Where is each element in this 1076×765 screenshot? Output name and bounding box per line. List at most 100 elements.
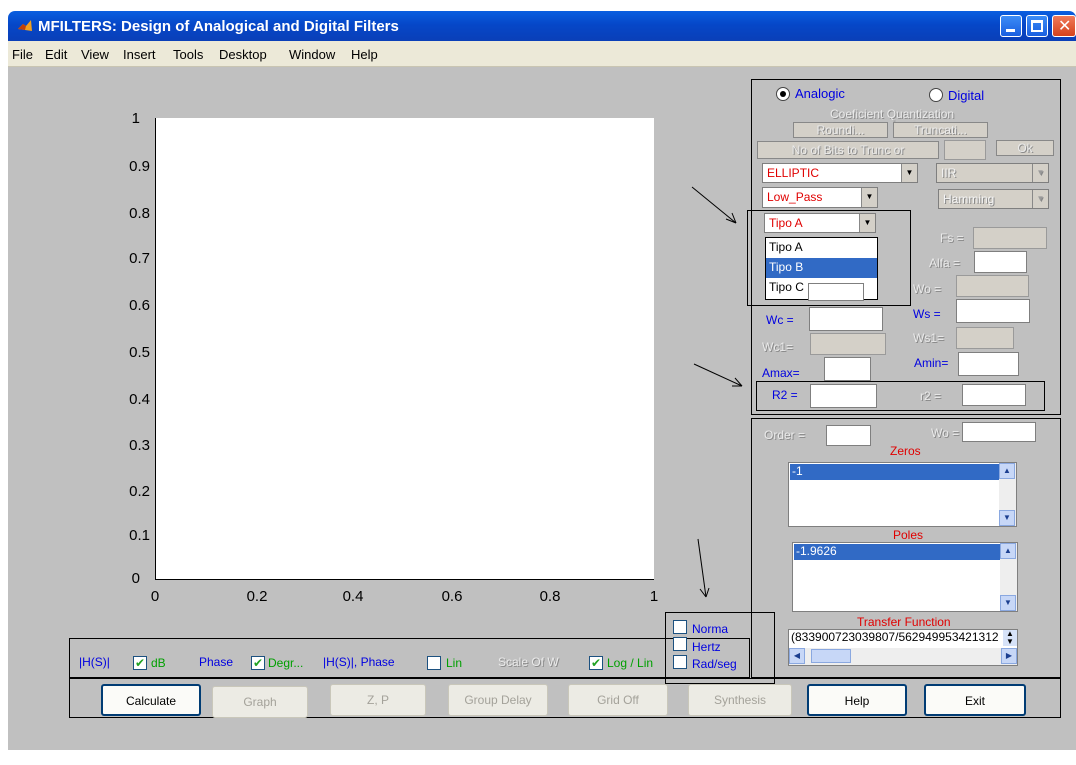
close-icon: ✕: [1058, 18, 1072, 35]
spin-icon[interactable]: ▲ ▼: [1003, 630, 1017, 646]
tf-hscrollbar[interactable]: ◀ ▶: [789, 648, 1017, 665]
scroll-right-icon[interactable]: ▶: [1001, 648, 1017, 664]
approximation-select[interactable]: ELLIPTIC ▼: [762, 163, 918, 183]
minimize-button[interactable]: [1000, 15, 1022, 37]
amax-input[interactable]: [824, 357, 871, 381]
fs-input[interactable]: [973, 227, 1047, 249]
lin-label: Lin: [446, 656, 463, 670]
round-button[interactable]: Roundi...: [793, 122, 888, 138]
fs-label: Fs =: [940, 231, 964, 245]
r2-upper-input[interactable]: [810, 384, 877, 408]
y-tick-label: 0.7: [129, 250, 150, 267]
radseg-checkbox[interactable]: [673, 655, 687, 669]
norma-checkbox[interactable]: [673, 620, 687, 634]
ws1-input[interactable]: [956, 327, 1014, 349]
loglin-label: Log / Lin: [607, 656, 654, 670]
analogic-label: Analogic: [795, 86, 845, 101]
truncate-button[interactable]: Truncati...: [893, 122, 988, 138]
poles-list-item[interactable]: -1.9626: [794, 544, 1000, 560]
scroll-up-icon[interactable]: ▲: [999, 463, 1015, 479]
alfa-input[interactable]: [974, 251, 1027, 273]
menu-edit[interactable]: Edit: [45, 47, 67, 62]
window-select[interactable]: Hamming ▼: [938, 189, 1049, 209]
checkmark-icon: ✔: [252, 656, 264, 670]
zeros-listbox[interactable]: -1 ▲ ▼: [788, 462, 1017, 527]
digital-kind-value: IIR: [941, 166, 957, 180]
r2-lower-input[interactable]: [962, 384, 1026, 406]
quantization-title: Coeficient Quantization: [830, 107, 955, 121]
menu-window[interactable]: Window: [289, 47, 335, 62]
wc-input[interactable]: [809, 307, 883, 331]
close-button[interactable]: ✕: [1052, 15, 1076, 37]
approximation-value: ELLIPTIC: [767, 166, 820, 180]
digital-radio[interactable]: [929, 88, 943, 102]
scroll-down-icon[interactable]: ▼: [1000, 595, 1016, 611]
band-select[interactable]: Low_Pass ▼: [762, 187, 878, 208]
wc1-input[interactable]: [810, 333, 886, 355]
bits-input[interactable]: [944, 140, 986, 160]
zeros-scrollbar[interactable]: ▲ ▼: [999, 463, 1016, 526]
digital-kind-select[interactable]: IIR ▼: [936, 163, 1049, 183]
chevron-down-icon: ▼: [861, 188, 877, 207]
transfer-function-title: Transfer Function: [857, 615, 951, 629]
x-tick-label: 0.6: [441, 588, 463, 605]
zeros-list-item[interactable]: -1: [790, 464, 999, 480]
ws-label: Ws =: [913, 307, 941, 321]
scroll-up-icon[interactable]: ▲: [1000, 543, 1016, 559]
minimize-icon: [1006, 29, 1015, 32]
grid-off-button[interactable]: Grid Off: [568, 684, 668, 716]
loglin-checkbox[interactable]: ✔: [589, 656, 603, 670]
dropdown-option-tipo-a[interactable]: Tipo A: [766, 238, 877, 258]
amax-label: Amax=: [762, 366, 800, 380]
menu-desktop[interactable]: Desktop: [219, 47, 267, 62]
wc1-label: Wc1=: [762, 340, 794, 354]
scroll-down-icon[interactable]: ▼: [999, 510, 1015, 526]
scroll-left-icon[interactable]: ◀: [789, 648, 805, 664]
digital-label: Digital: [948, 88, 985, 103]
band-value: Low_Pass: [767, 190, 823, 204]
poles-listbox[interactable]: -1.9626 ▲ ▼: [792, 542, 1018, 612]
poles-scrollbar[interactable]: ▲ ▼: [1000, 543, 1017, 611]
hertz-checkbox[interactable]: [673, 637, 687, 651]
synthesis-button[interactable]: Synthesis: [688, 684, 792, 716]
hidden-input[interactable]: [808, 283, 864, 301]
y-tick-label: 0.9: [129, 158, 150, 175]
menu-help[interactable]: Help: [351, 47, 378, 62]
ws-input[interactable]: [956, 299, 1030, 323]
wo-input[interactable]: [956, 275, 1029, 297]
db-checkbox[interactable]: ✔: [133, 656, 147, 670]
radseg-label: Rad/seg: [692, 657, 737, 671]
exit-button[interactable]: Exit: [924, 684, 1026, 716]
magnitude-label: |H(S)|: [79, 655, 110, 669]
help-button[interactable]: Help: [807, 684, 907, 716]
db-label: dB: [151, 656, 166, 670]
y-tick-label: 0.8: [129, 205, 150, 222]
analogic-radio[interactable]: [776, 87, 790, 101]
amin-input[interactable]: [958, 352, 1019, 376]
x-tick-label: 0.2: [246, 588, 268, 605]
dropdown-option-tipo-b[interactable]: Tipo B: [766, 258, 877, 278]
menu-bar: File Edit View Insert Tools Desktop Wind…: [8, 41, 1076, 67]
type-select[interactable]: Tipo A ▼: [764, 213, 876, 233]
y-tick-label: 0.6: [129, 297, 150, 314]
menu-tools[interactable]: Tools: [173, 47, 203, 62]
transfer-function-box[interactable]: (833900723039807/562949953421312 ▲ ▼ ◀ ▶: [788, 629, 1018, 666]
scroll-thumb[interactable]: [811, 649, 851, 663]
ok-button[interactable]: Ok: [996, 140, 1054, 156]
menu-file[interactable]: File: [12, 47, 33, 62]
menu-view[interactable]: View: [81, 47, 109, 62]
zp-button[interactable]: Z, P: [330, 684, 426, 716]
group-delay-button[interactable]: Group Delay: [448, 684, 548, 716]
title-bar[interactable]: MFILTERS: Design of Analogical and Digit…: [8, 11, 1076, 41]
graph-button[interactable]: Graph: [212, 686, 308, 718]
degrees-checkbox[interactable]: ✔: [251, 656, 265, 670]
lin-checkbox[interactable]: [427, 656, 441, 670]
maximize-button[interactable]: [1026, 15, 1048, 37]
menu-insert[interactable]: Insert: [123, 47, 156, 62]
transfer-function-value: (833900723039807/562949953421312: [791, 630, 999, 644]
plot-axes[interactable]: [156, 118, 654, 579]
window-value: Hamming: [943, 192, 995, 206]
x-tick-label: 0: [150, 588, 160, 605]
norma-label: Norma: [692, 622, 729, 636]
calculate-button[interactable]: Calculate: [101, 684, 201, 716]
